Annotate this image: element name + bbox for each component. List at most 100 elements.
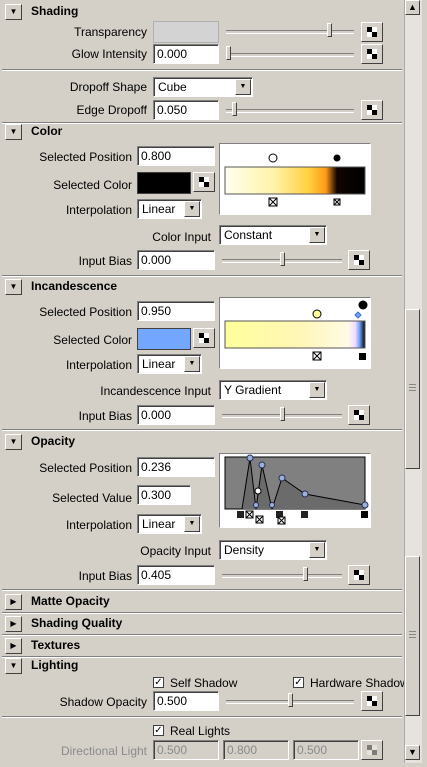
opacity-input-bias-slider[interactable] xyxy=(222,565,342,585)
glow-intensity-slider[interactable] xyxy=(226,44,354,64)
scroll-down-arrow-icon[interactable]: ▼ xyxy=(405,745,420,760)
opacity-selected-value-label: Selected Value xyxy=(52,491,132,505)
scrollbar-thumb-secondary[interactable] xyxy=(405,556,420,716)
shadow-opacity-slider[interactable] xyxy=(226,691,354,711)
incandescence-input-bias-slider[interactable] xyxy=(222,405,342,425)
hardware-shadow-checkbox[interactable]: ✓ xyxy=(293,677,304,688)
edge-dropoff-slider[interactable] xyxy=(226,100,354,120)
ramp-delete-icon[interactable] xyxy=(301,511,308,518)
ramp-handle-selected[interactable] xyxy=(354,311,362,319)
incandescence-input-bias-map-button[interactable] xyxy=(348,405,370,425)
ramp-handle[interactable] xyxy=(258,461,266,469)
checker-map-icon xyxy=(367,105,377,115)
section-textures-header[interactable]: ▶ Textures xyxy=(0,636,404,656)
slider-thumb[interactable] xyxy=(232,102,237,116)
collapse-triangle-icon[interactable]: ▼ xyxy=(5,658,22,674)
slider-thumb[interactable] xyxy=(327,23,332,37)
opacity-input-dropdown[interactable]: Density ▼ xyxy=(219,540,327,560)
self-shadow-checkbox[interactable]: ✓ xyxy=(153,677,164,688)
color-input-bias-map-button[interactable] xyxy=(348,250,370,270)
shadow-opacity-field[interactable]: 0.500 xyxy=(153,691,219,711)
scroll-up-arrow-icon[interactable]: ▲ xyxy=(405,0,420,15)
color-selected-color-map-button[interactable] xyxy=(193,172,215,192)
opacity-selected-value-field[interactable]: 0.300 xyxy=(137,485,191,505)
slider-thumb[interactable] xyxy=(303,567,308,581)
collapse-triangle-icon[interactable]: ▼ xyxy=(5,4,22,20)
section-shading-quality-header[interactable]: ▶ Shading Quality xyxy=(0,614,404,634)
scrollbar-thumb[interactable] xyxy=(405,309,420,469)
expand-triangle-icon[interactable]: ▶ xyxy=(5,638,22,654)
dropoff-shape-dropdown[interactable]: Cube ▼ xyxy=(153,77,253,97)
transparency-swatch[interactable] xyxy=(153,21,219,43)
incandescence-selected-color-swatch[interactable] xyxy=(137,328,191,350)
slider-thumb[interactable] xyxy=(280,252,285,266)
ramp-handle[interactable] xyxy=(301,490,309,498)
incandescence-selected-color-map-button[interactable] xyxy=(193,328,215,348)
color-input-dropdown[interactable]: Constant ▼ xyxy=(219,225,327,245)
chevron-down-icon[interactable]: ▼ xyxy=(184,356,200,372)
slider-thumb[interactable] xyxy=(288,693,293,707)
ramp-handle-selected[interactable] xyxy=(254,487,262,495)
color-interpolation-dropdown[interactable]: Linear ▼ xyxy=(137,199,202,219)
slider-thumb[interactable] xyxy=(226,46,231,60)
shadow-opacity-map-button[interactable] xyxy=(361,691,383,711)
color-interpolation-label: Interpolation xyxy=(65,203,132,217)
color-selected-color-swatch[interactable] xyxy=(137,172,191,194)
ramp-handle[interactable] xyxy=(358,300,368,310)
vertical-scrollbar[interactable]: ▲ ▼ xyxy=(404,0,422,763)
opacity-selected-position-field[interactable]: 0.236 xyxy=(137,457,215,477)
chevron-down-icon[interactable]: ▼ xyxy=(184,516,200,532)
collapse-triangle-icon[interactable]: ▼ xyxy=(5,124,22,140)
section-color-header[interactable]: ▼ Color xyxy=(0,122,404,142)
ramp-handle[interactable] xyxy=(246,454,254,462)
expand-triangle-icon[interactable]: ▶ xyxy=(5,616,22,632)
real-lights-checkbox[interactable]: ✓ xyxy=(153,725,164,736)
section-matte-opacity-header[interactable]: ▶ Matte Opacity xyxy=(0,592,404,612)
chevron-down-icon[interactable]: ▼ xyxy=(235,79,251,95)
edge-dropoff-map-button[interactable] xyxy=(361,100,383,120)
color-input-bias-field[interactable]: 0.000 xyxy=(137,250,215,270)
ramp-handle[interactable] xyxy=(361,501,369,509)
ramp-delete-icon[interactable] xyxy=(359,353,366,360)
incandescence-interpolation-dropdown[interactable]: Linear ▼ xyxy=(137,354,202,374)
incandescence-interpolation-label: Interpolation xyxy=(65,358,132,372)
color-ramp-graphic[interactable] xyxy=(220,144,370,214)
section-opacity-header[interactable]: ▼ Opacity xyxy=(0,432,404,452)
collapse-triangle-icon[interactable]: ▼ xyxy=(5,434,22,450)
chevron-down-icon[interactable]: ▼ xyxy=(184,201,200,217)
slider-thumb[interactable] xyxy=(280,407,285,421)
transparency-slider[interactable] xyxy=(226,21,354,41)
ramp-handle[interactable] xyxy=(312,309,322,319)
section-shading-header[interactable]: ▼ Shading xyxy=(0,2,404,22)
expand-triangle-icon[interactable]: ▶ xyxy=(5,594,22,610)
incandescence-input-bias-field[interactable]: 0.000 xyxy=(137,405,215,425)
opacity-interpolation-dropdown[interactable]: Linear ▼ xyxy=(137,514,202,534)
chevron-down-icon[interactable]: ▼ xyxy=(309,382,325,398)
glow-intensity-field[interactable]: 0.000 xyxy=(153,44,219,64)
ramp-delete-icon[interactable] xyxy=(237,511,244,518)
color-input-bias-slider[interactable] xyxy=(222,250,342,270)
ramp-handle[interactable] xyxy=(268,153,278,163)
incandescence-ramp-editor[interactable] xyxy=(219,297,371,369)
section-incandescence-header[interactable]: ▼ Incandescence xyxy=(0,277,404,297)
incandescence-selected-position-field[interactable]: 0.950 xyxy=(137,301,215,321)
opacity-input-bias-field[interactable]: 0.405 xyxy=(137,565,215,585)
collapse-triangle-icon[interactable]: ▼ xyxy=(5,279,22,295)
color-selected-position-field[interactable]: 0.800 xyxy=(137,146,215,166)
transparency-map-button[interactable] xyxy=(361,22,383,42)
glow-intensity-map-button[interactable] xyxy=(361,44,383,64)
ramp-handle[interactable] xyxy=(278,474,286,482)
color-ramp-editor[interactable] xyxy=(219,143,371,215)
edge-dropoff-field[interactable]: 0.050 xyxy=(153,100,219,120)
ramp-handle-selected[interactable] xyxy=(333,154,341,162)
section-lighting-header[interactable]: ▼ Lighting xyxy=(0,656,404,676)
chevron-down-icon[interactable]: ▼ xyxy=(309,542,325,558)
opacity-ramp-graphic[interactable] xyxy=(220,454,370,527)
incandescence-ramp-graphic[interactable] xyxy=(220,298,370,368)
incandescence-input-dropdown[interactable]: Y Gradient ▼ xyxy=(219,380,327,400)
ramp-delete-icon[interactable] xyxy=(361,511,368,518)
section-title: Incandescence xyxy=(31,279,118,293)
chevron-down-icon[interactable]: ▼ xyxy=(309,227,325,243)
opacity-input-bias-map-button[interactable] xyxy=(348,565,370,585)
opacity-ramp-editor[interactable] xyxy=(219,453,371,528)
